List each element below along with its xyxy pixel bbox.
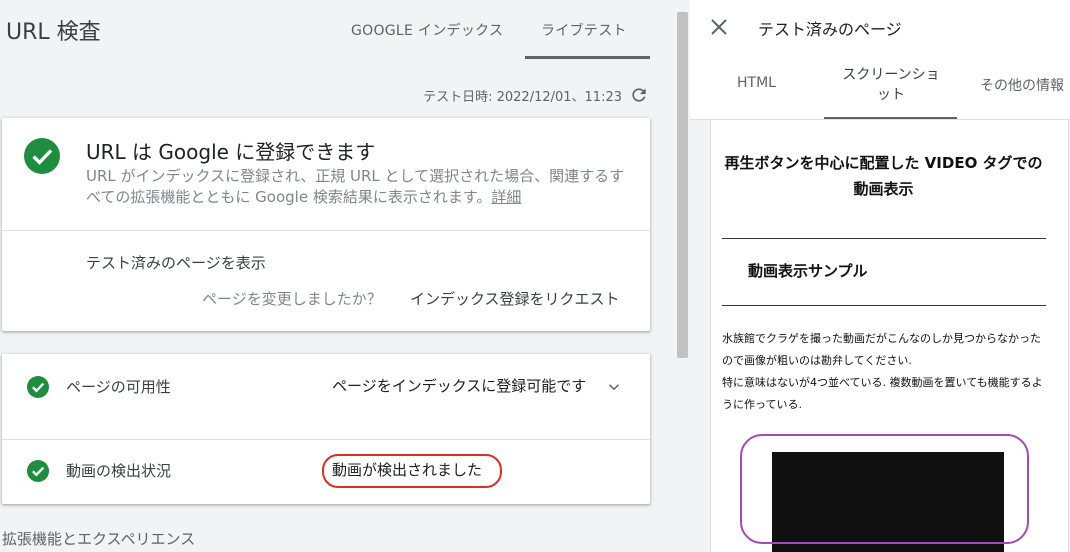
test-date: テスト日時: 2022/12/01、11:23 — [423, 90, 622, 105]
screenshot-rule — [722, 238, 1046, 239]
enhancements-section-title: 拡張機能とエクスペリエンス — [2, 530, 196, 548]
screenshot-heading: 動画表示サンプル — [748, 262, 868, 280]
screenshot-paragraph: 特に意味はないが4つ並べている. 複数動画を置いても機能するように作っている. — [722, 376, 1043, 411]
tab-selected-indicator — [525, 56, 650, 59]
status-description: URL がインデックスに登録され、正規 URL として選択された場合、関連するす… — [86, 167, 625, 206]
page-title: URL 検査 — [6, 20, 101, 45]
success-check-icon — [27, 460, 49, 482]
panel-title: テスト済みのページ — [758, 20, 902, 39]
success-check-icon — [27, 376, 49, 398]
screenshot-rule — [722, 305, 1046, 306]
tab-screenshot[interactable]: スクリーンショット — [836, 65, 946, 105]
refresh-icon[interactable] — [629, 85, 649, 105]
row-divider — [2, 439, 650, 440]
annotation-highlight-ring — [322, 454, 502, 488]
result-label: 動画の検出状況 — [66, 462, 172, 480]
card-divider — [2, 230, 650, 231]
result-value: ページをインデックスに登録可能です — [332, 377, 587, 395]
inspection-pane: URL 検査 GOOGLE インデックス ライブテスト テスト日時: 2022/… — [0, 0, 672, 552]
screenshot-paragraph: 水族館でクラゲを撮った動画だがこんなのしか見つからなかったので画像が粗いのは勘弁… — [722, 332, 1041, 367]
status-heading: URL は Google に登録できます — [86, 140, 376, 164]
tab-more-info[interactable]: その他の情報 — [980, 75, 1064, 95]
result-label: ページの可用性 — [66, 378, 171, 396]
chevron-down-icon[interactable] — [605, 378, 623, 396]
changed-page-question: ページを変更しましたか？ — [202, 290, 382, 308]
request-indexing-button[interactable]: インデックス登録をリクエスト — [410, 288, 620, 309]
view-tested-page-link[interactable]: テスト済みのページを表示 — [86, 252, 266, 273]
tab-html[interactable]: HTML — [737, 75, 776, 91]
tab-google-index[interactable]: GOOGLE インデックス — [351, 20, 503, 40]
annotation-purple-ring — [740, 434, 1029, 544]
details-link[interactable]: 詳細 — [491, 188, 521, 206]
results-card: ページの可用性 ページをインデックスに登録可能です 動画の検出状況 動画が検出さ… — [2, 354, 650, 504]
scrollbar-thumb[interactable] — [677, 12, 688, 358]
success-check-icon — [24, 138, 60, 174]
google-brand: Google — [158, 140, 229, 164]
screenshot-page-title: 再生ボタンを中心に配置した VIDEO タグでの動画表示 — [724, 154, 1043, 198]
screenshot-body: 水族館でクラゲを撮った動画だがこんなのしか見つからなかったので画像が粗いのは勘弁… — [722, 328, 1048, 416]
close-icon[interactable] — [710, 18, 728, 36]
status-card: URL は Google に登録できます URL がインデックスに登録され、正規… — [2, 118, 650, 331]
tab-live-test[interactable]: ライブテスト — [541, 20, 627, 40]
